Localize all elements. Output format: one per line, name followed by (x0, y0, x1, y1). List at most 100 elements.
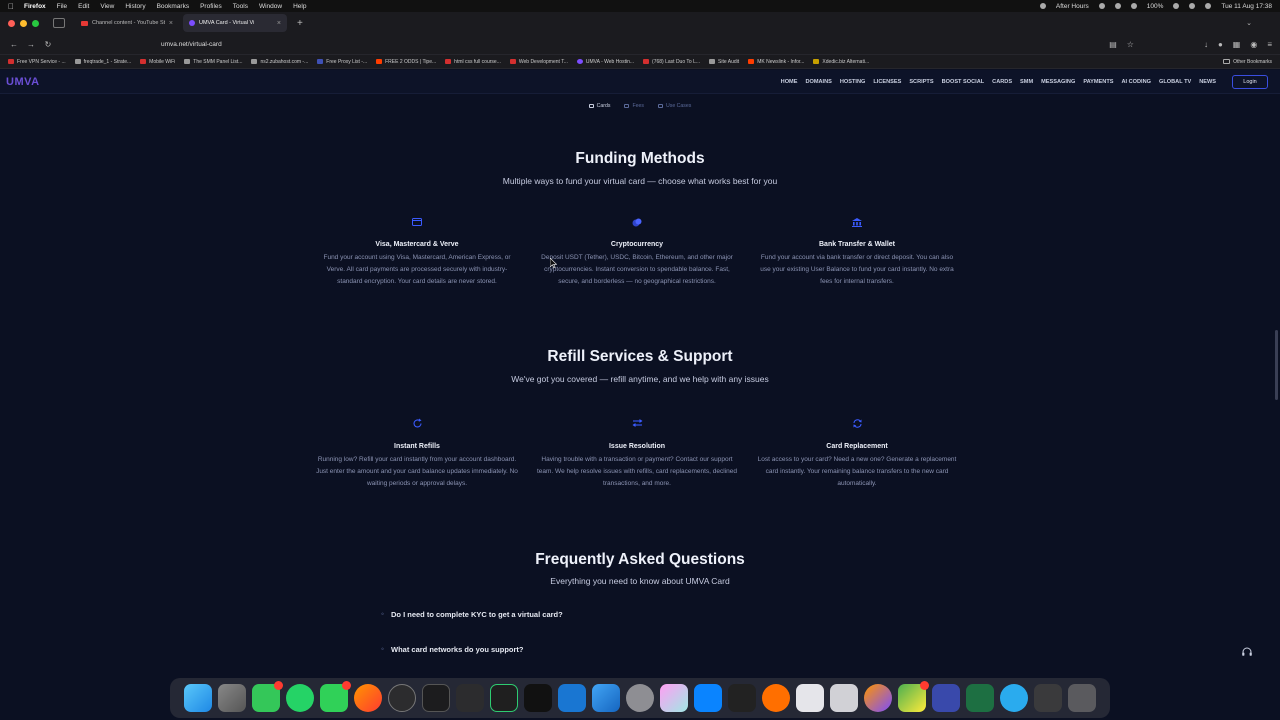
close-window-button[interactable] (8, 19, 15, 27)
bookmark-item[interactable]: UMVA - Web Hostin... (576, 59, 634, 65)
menu-firefox[interactable]: Firefox (24, 3, 46, 10)
subtab-fees[interactable]: Fees (624, 103, 644, 109)
facetime-app-icon[interactable] (320, 681, 351, 712)
nav-licenses[interactable]: LICENSES (873, 79, 901, 85)
bookmark-item[interactable]: freqtrade_1 - Strate... (74, 59, 131, 65)
chatgpt-app-icon[interactable] (388, 684, 416, 712)
vlc-app-icon[interactable] (762, 684, 790, 712)
nav-messaging[interactable]: MESSAGING (1041, 79, 1075, 85)
bookmark-item[interactable]: Mobile WiFi (140, 59, 175, 65)
firefox-app-icon[interactable] (354, 684, 382, 712)
menu-view[interactable]: View (100, 3, 114, 10)
subtab-use-cases[interactable]: Use Cases (658, 103, 691, 109)
textedit-app-icon[interactable] (456, 684, 484, 712)
nav-home[interactable]: HOME (781, 79, 798, 85)
menu-file[interactable]: File (57, 3, 67, 10)
back-arrow-icon[interactable]: ← (8, 40, 20, 49)
reader-mode-icon[interactable]: ▤ (1109, 40, 1117, 49)
bookmark-item[interactable]: Web Development T... (509, 59, 568, 65)
tab-youtube-studio[interactable]: Channel content - YouTube Stu × (75, 14, 179, 32)
account-icon[interactable]: ● (1218, 40, 1223, 49)
downloads-icon[interactable]: ↓ (1204, 40, 1208, 49)
extension-shield-icon[interactable]: ◉ (1250, 40, 1257, 49)
nav-smm[interactable]: SMM (1020, 79, 1033, 85)
menubar-clock[interactable]: Tue 11 Aug 17:38 (1221, 3, 1272, 10)
wifi-icon[interactable] (1173, 3, 1180, 9)
forward-arrow-icon[interactable]: → (25, 40, 37, 49)
support-headset-icon[interactable] (1241, 645, 1253, 657)
downloads-stack-icon[interactable] (1034, 684, 1062, 712)
stacks-app-icon[interactable] (932, 684, 960, 712)
faq-item-networks[interactable]: ⚬ What card networks do you support? (380, 639, 908, 659)
launchpad-app-icon[interactable] (218, 684, 246, 712)
bookmark-item[interactable]: Free Proxy List -... (317, 59, 367, 65)
zoom-window-button[interactable] (32, 19, 39, 27)
menu-tools[interactable]: Tools (233, 3, 248, 10)
bookmark-star-icon[interactable]: ☆ (1127, 40, 1134, 49)
minimize-window-button[interactable] (20, 19, 27, 27)
settings-app-icon[interactable] (626, 684, 654, 712)
menu-history[interactable]: History (125, 3, 145, 10)
excel-app-icon[interactable] (966, 684, 994, 712)
bookmark-item[interactable]: Xdedic.biz Alternati... (813, 59, 869, 65)
bookmark-item[interactable]: html css full course... (445, 59, 501, 65)
after-hours-status[interactable]: After Hours (1056, 3, 1089, 10)
nav-payments[interactable]: PAYMENTS (1083, 79, 1113, 85)
bookmark-item[interactable]: The SMM Panel List... (184, 59, 242, 65)
activity-monitor-app-icon[interactable] (490, 684, 518, 712)
nav-global-tv[interactable]: GLOBAL TV (1159, 79, 1191, 85)
bookmark-item[interactable]: FREE 2 ODDS | Tipe... (376, 59, 436, 65)
menu-hamburger-icon[interactable]: ≡ (1267, 40, 1272, 49)
unity-app-icon[interactable] (524, 684, 552, 712)
piano-app-icon[interactable] (728, 684, 756, 712)
bookmark-item[interactable]: MK Newslink - Infor... (748, 59, 804, 65)
address-bar[interactable]: umva.net/virtual-card (139, 36, 1100, 52)
tab-list-chevron-icon[interactable]: ⌄ (1246, 19, 1252, 27)
bookmark-item[interactable]: (768) Last Duo To L... (643, 59, 700, 65)
files-app-icon[interactable] (830, 684, 858, 712)
app-store-app-icon[interactable] (558, 684, 586, 712)
apple-icon[interactable]:  (8, 2, 14, 11)
nav-hosting[interactable]: HOSTING (840, 79, 865, 85)
nav-boost-social[interactable]: BOOST SOCIAL (942, 79, 985, 85)
volume-icon[interactable] (1130, 3, 1137, 9)
nav-domains[interactable]: DOMAINS (805, 79, 831, 85)
trash-icon[interactable] (1068, 684, 1096, 712)
messages-app-icon[interactable] (252, 681, 283, 712)
notes-app-icon[interactable] (796, 684, 824, 712)
spotlight-icon[interactable] (1189, 3, 1196, 9)
whatsapp-app-icon[interactable] (286, 684, 314, 712)
battery-percent[interactable]: 100% (1147, 3, 1164, 10)
nav-ai-coding[interactable]: AI CODING (1121, 79, 1151, 85)
bookmark-item[interactable]: Free VPN Service - ... (8, 59, 66, 65)
close-tab-icon[interactable]: × (277, 20, 281, 27)
nav-news[interactable]: NEWS (1199, 79, 1216, 85)
cloud-icon[interactable] (1098, 3, 1105, 9)
faq-item-kyc[interactable]: ⚬ Do I need to complete KYC to get a vir… (380, 604, 908, 624)
control-center-icon[interactable] (1205, 3, 1212, 9)
menu-edit[interactable]: Edit (78, 3, 89, 10)
login-button[interactable]: Login (1232, 74, 1268, 89)
bookmark-item[interactable]: ns2.zubahost.com -... (251, 59, 308, 65)
mail-app-icon[interactable] (694, 684, 722, 712)
umva-logo[interactable]: UMVA (6, 76, 40, 88)
menu-profiles[interactable]: Profiles (200, 3, 222, 10)
subtab-cards[interactable]: Cards (588, 103, 610, 109)
menu-help[interactable]: Help (293, 3, 306, 10)
extensions-icon[interactable]: ▦ (1233, 40, 1241, 49)
bookmark-item[interactable]: Site Audit (709, 59, 739, 65)
menu-window[interactable]: Window (259, 3, 282, 10)
terminal-app-icon[interactable] (422, 684, 450, 712)
sidebar-toggle-icon[interactable] (53, 18, 65, 28)
record-icon[interactable] (1039, 3, 1046, 9)
menu-bookmarks[interactable]: Bookmarks (157, 3, 190, 10)
nav-scripts[interactable]: SCRIPTS (909, 79, 933, 85)
clickup-app-icon[interactable] (898, 681, 929, 712)
preview-app-icon[interactable] (660, 684, 688, 712)
new-tab-plus-icon[interactable]: + (297, 18, 303, 29)
tab-umva-card[interactable]: UMVA Card - Virtual Vi × (183, 14, 287, 32)
reload-icon[interactable]: ↻ (42, 40, 54, 49)
page-scrollbar[interactable] (1275, 330, 1278, 400)
close-tab-icon[interactable]: × (169, 20, 173, 27)
telegram-app-icon[interactable] (1000, 684, 1028, 712)
